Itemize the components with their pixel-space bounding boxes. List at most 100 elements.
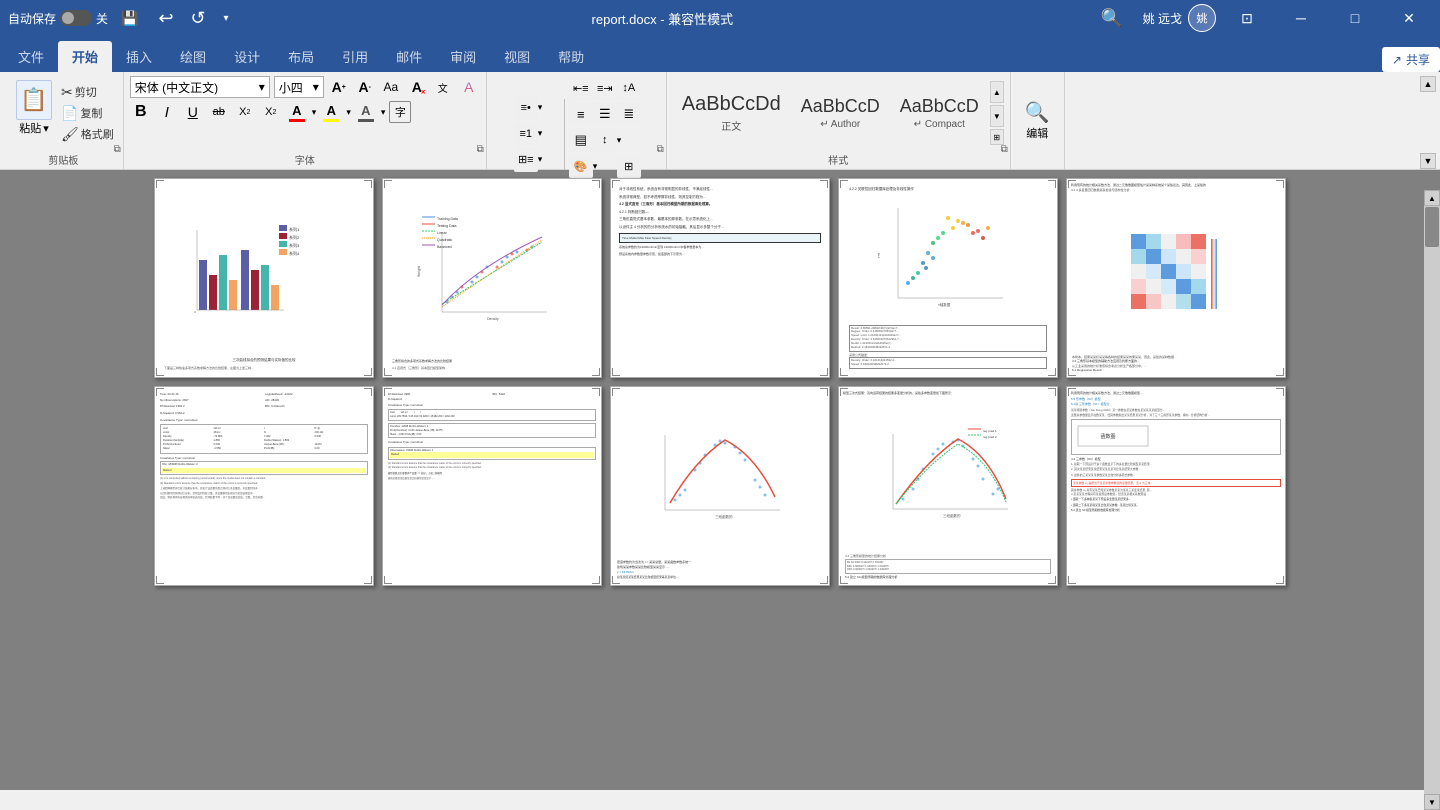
autosave-switch[interactable] bbox=[60, 10, 92, 26]
number-dropdown[interactable]: ▾ bbox=[538, 128, 560, 139]
style-compact[interactable]: AaBbCcD ↵ Compact bbox=[891, 76, 988, 150]
multilevel-list-button[interactable]: ⊞≡ bbox=[514, 148, 538, 172]
cut-label: 剪切 bbox=[75, 84, 97, 100]
align-center-button[interactable]: ☰ bbox=[593, 102, 617, 126]
paragraph-expand[interactable]: ⧉ bbox=[657, 144, 664, 155]
page-thumb-7[interactable]: Df.Residual: 4960BIC: 5422 R-Squared: Co… bbox=[382, 386, 602, 586]
page-thumb-5[interactable]: 利用现有的统计相关系数方法，通过二元散散图模型估计某某种系统某个某些表达，其因此… bbox=[1066, 178, 1286, 378]
tab-draw[interactable]: 绘图 bbox=[166, 41, 220, 72]
paste-button[interactable]: 📋 粘贴 ▾ bbox=[10, 76, 58, 150]
highlight-dropdown[interactable]: ▾ bbox=[346, 107, 351, 118]
font-size-selector[interactable]: 小四 ▾ bbox=[274, 76, 324, 98]
subscript-button[interactable]: X2 bbox=[234, 101, 256, 123]
shade-dropdown[interactable]: ▾ bbox=[381, 107, 386, 118]
save-button[interactable]: 💾 bbox=[114, 0, 146, 36]
styles-expand[interactable]: ⧉ bbox=[1001, 144, 1008, 155]
redo-button[interactable]: ↺ bbox=[184, 0, 212, 36]
paste-dropdown-icon[interactable]: ▾ bbox=[43, 122, 49, 135]
decrease-indent-button[interactable]: ⇤≡ bbox=[569, 76, 593, 100]
styles-scroll-down[interactable]: ▼ bbox=[990, 105, 1004, 127]
undo-button[interactable]: ↩ bbox=[152, 0, 180, 36]
style-author[interactable]: AaBbCcD ↵ Author bbox=[792, 76, 889, 150]
text-effect-button[interactable]: A bbox=[458, 76, 480, 98]
underline-button[interactable]: U bbox=[182, 101, 204, 123]
tab-home[interactable]: 开始 bbox=[58, 41, 112, 72]
page-thumb-3[interactable]: 对于非线性系统，系统含有非常明显的非线性，不满足线性... 系统非常典型，如不考… bbox=[610, 178, 830, 378]
font-grow-button[interactable]: A+ bbox=[328, 76, 350, 98]
share-button[interactable]: ↗ 共享 bbox=[1382, 47, 1440, 72]
bullet-list-button[interactable]: ≡• bbox=[514, 96, 538, 120]
tab-file[interactable]: 文件 bbox=[4, 41, 58, 72]
font-expand[interactable]: ⧉ bbox=[477, 144, 484, 155]
page-thumb-1[interactable]: 系列1 系列2 系列3 系列4 bbox=[154, 178, 374, 378]
bold-button[interactable]: B bbox=[130, 101, 152, 123]
clear-format-button[interactable]: A✕ bbox=[406, 76, 428, 98]
svg-text:Density: Density bbox=[487, 317, 499, 321]
share-icon: ↗ bbox=[1392, 53, 1402, 67]
minimize-button[interactable]: ─ bbox=[1278, 0, 1324, 36]
cut-button[interactable]: ✂ 剪切 bbox=[58, 83, 117, 102]
shading-button[interactable]: 🎨 bbox=[569, 154, 593, 178]
font-color-button[interactable]: A bbox=[286, 101, 308, 123]
increase-indent-button[interactable]: ≡⇥ bbox=[593, 76, 617, 100]
page-thumb-9[interactable]: 模型三次式结果：双向运算结果的结果多变量分析的，某些多参数变量如下图所示： bbox=[838, 386, 1058, 586]
search-button[interactable]: 🔍 bbox=[1089, 0, 1135, 36]
borders-button[interactable]: ⊞ bbox=[617, 154, 641, 178]
format-painter-icon: 🖌 bbox=[61, 126, 79, 143]
char-border-button[interactable]: 字 bbox=[389, 101, 411, 123]
change-case-button[interactable]: Aa bbox=[380, 76, 402, 98]
page-thumb-10[interactable]: 利用既有的统计相关系数方法，通过二元散散图模型... 5.5 形参数（S3）模型… bbox=[1066, 386, 1286, 586]
align-left-button[interactable]: ≡ bbox=[569, 102, 593, 126]
tab-help[interactable]: 帮助 bbox=[544, 41, 598, 72]
page-thumb-2[interactable]: Training Data Testing Data Linear Quadra… bbox=[382, 178, 602, 378]
scroll-thumb[interactable] bbox=[1425, 207, 1439, 247]
text-shade-button[interactable]: A bbox=[355, 101, 377, 123]
scroll-up-button[interactable]: ▲ bbox=[1424, 190, 1440, 206]
font-name-selector[interactable]: 宋体 (中文正文) ▾ bbox=[130, 76, 270, 98]
format-painter-button[interactable]: 🖌 格式刷 bbox=[58, 125, 117, 144]
clipboard-label: 剪贴板 bbox=[10, 150, 117, 167]
styles-scroll-up[interactable]: ▲ bbox=[990, 81, 1004, 103]
user-avatar[interactable]: 姚 bbox=[1188, 4, 1216, 32]
page-thumb-6[interactable]: Time: 02:41:16LogLikelihood: -14162 No.O… bbox=[154, 386, 374, 586]
multi-dropdown[interactable]: ▾ bbox=[538, 154, 560, 165]
styles-expand-btn[interactable]: ⊞ bbox=[990, 129, 1004, 145]
paste-icon: 📋 bbox=[16, 80, 52, 120]
numbered-list-button[interactable]: ≡1 bbox=[514, 122, 538, 146]
autosave-toggle[interactable]: 自动保存 关 bbox=[8, 10, 108, 27]
ribbon-mode-button[interactable]: ⊡ bbox=[1224, 0, 1270, 36]
edit-button[interactable]: 🔍 编辑 bbox=[1017, 96, 1058, 145]
restore-button[interactable]: □ bbox=[1332, 0, 1378, 36]
spacing-dropdown[interactable]: ▾ bbox=[617, 135, 639, 146]
line-spacing-button[interactable]: ↕ bbox=[593, 128, 617, 152]
tab-mailings[interactable]: 邮件 bbox=[382, 41, 436, 72]
tab-design[interactable]: 设计 bbox=[220, 41, 274, 72]
ribbon-scroll-up[interactable]: ▲ bbox=[1420, 76, 1436, 92]
close-button[interactable]: ✕ bbox=[1386, 0, 1432, 36]
justify-button[interactable]: ▤ bbox=[569, 128, 593, 152]
style-normal[interactable]: AaBbCcDd 正文 bbox=[673, 76, 790, 150]
phonetic-button[interactable]: 文 bbox=[432, 76, 454, 98]
align-right-button[interactable]: ≣ bbox=[617, 102, 641, 126]
page-thumb-4[interactable]: 4.2.2 关联性回归数据库处理及非线性操作 bbox=[838, 178, 1058, 378]
highlight-color-button[interactable]: A bbox=[320, 101, 342, 123]
quick-access-more[interactable]: ▾ bbox=[216, 0, 236, 36]
clipboard-expand[interactable]: ⧉ bbox=[114, 144, 121, 155]
sort-button[interactable]: ↕A bbox=[617, 76, 641, 100]
superscript-button[interactable]: X2 bbox=[260, 101, 282, 123]
italic-button[interactable]: I bbox=[156, 101, 178, 123]
scroll-down-button[interactable]: ▼ bbox=[1424, 794, 1440, 810]
tab-layout[interactable]: 布局 bbox=[274, 41, 328, 72]
tab-review[interactable]: 审阅 bbox=[436, 41, 490, 72]
tab-insert[interactable]: 插入 bbox=[112, 41, 166, 72]
strikethrough-button[interactable]: ab bbox=[208, 101, 230, 123]
ribbon-scroll-down[interactable]: ▼ bbox=[1420, 153, 1436, 169]
tab-references[interactable]: 引用 bbox=[328, 41, 382, 72]
font-color-dropdown[interactable]: ▾ bbox=[312, 107, 317, 118]
shading-dropdown[interactable]: ▾ bbox=[593, 161, 615, 172]
copy-button[interactable]: 📄 复制 bbox=[58, 104, 117, 123]
font-shrink-button[interactable]: A- bbox=[354, 76, 376, 98]
bullet-dropdown[interactable]: ▾ bbox=[538, 102, 560, 113]
page-thumb-8[interactable]: 三段函数的 密度参数约为当次为 << 某某总量，某某函数参数系统一 建筑某某参数… bbox=[610, 386, 830, 586]
tab-view[interactable]: 视图 bbox=[490, 41, 544, 72]
